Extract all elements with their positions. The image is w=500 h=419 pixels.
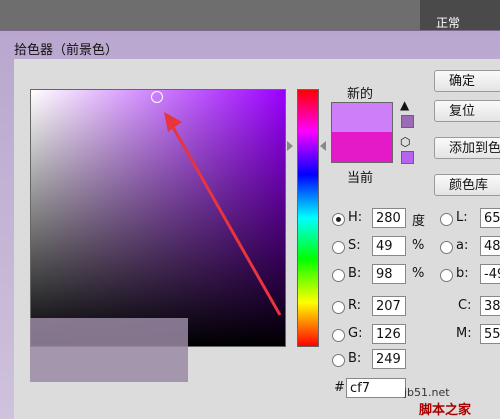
input-rgb-b[interactable]: 249: [372, 349, 406, 369]
watermark-name: 脚本之家: [419, 403, 472, 418]
input-b[interactable]: 98: [372, 264, 406, 284]
label-l: L:: [456, 210, 468, 225]
input-m[interactable]: 55: [480, 324, 500, 344]
unit-percent-b: %: [412, 266, 425, 281]
input-l[interactable]: 65: [480, 208, 500, 228]
label-c: C:: [458, 298, 472, 313]
hue-slider-right-arrow-icon[interactable]: [320, 141, 326, 151]
hue-slider[interactable]: [297, 89, 319, 347]
hex-input[interactable]: cf7: [346, 378, 406, 398]
radio-h[interactable]: [332, 213, 345, 226]
websafe-swatch[interactable]: [401, 151, 414, 164]
new-color-swatch: [331, 102, 393, 134]
new-color-label: 新的: [347, 87, 374, 102]
label-a: a:: [456, 238, 469, 253]
radio-b[interactable]: [332, 269, 345, 282]
ok-button[interactable]: 确定: [434, 70, 500, 92]
hue-slider-left-arrow-icon[interactable]: [287, 141, 293, 151]
radio-lab-b[interactable]: [440, 269, 453, 282]
radio-g[interactable]: [332, 329, 345, 342]
color-libraries-button[interactable]: 颜色库: [434, 174, 500, 196]
label-g: G:: [348, 326, 363, 341]
input-c[interactable]: 38: [480, 296, 500, 316]
watermark-site: jb51.net: [404, 386, 450, 399]
unit-percent-s: %: [412, 238, 425, 253]
label-lab-b: b:: [456, 266, 469, 281]
radio-a[interactable]: [440, 241, 453, 254]
websafe-cube-icon[interactable]: ⬡: [400, 135, 410, 149]
input-s[interactable]: 49: [372, 236, 406, 256]
input-g[interactable]: 126: [372, 324, 406, 344]
radio-l[interactable]: [440, 213, 453, 226]
radio-s[interactable]: [332, 241, 345, 254]
label-rgb-b: B:: [348, 351, 362, 366]
ghost-overlay: [30, 318, 188, 382]
annotation-arrow: [164, 112, 282, 316]
hex-label: #: [334, 380, 345, 395]
input-h[interactable]: 280: [372, 208, 406, 228]
warning-icon[interactable]: ▲: [400, 98, 409, 112]
blend-mode-label: 正常: [436, 16, 461, 30]
current-color-label: 当前: [347, 171, 374, 186]
label-h: H:: [348, 210, 363, 225]
add-to-swatches-button[interactable]: 添加到色: [434, 137, 500, 159]
gamut-warning-swatch[interactable]: [401, 115, 414, 128]
unit-degree: 度: [412, 214, 426, 229]
radio-rgb-b[interactable]: [332, 354, 345, 367]
color-field-cursor[interactable]: [151, 91, 163, 103]
label-r: R:: [348, 298, 362, 313]
input-lab-b[interactable]: -49: [480, 264, 500, 284]
reset-button[interactable]: 复位: [434, 100, 500, 122]
input-r[interactable]: 207: [372, 296, 406, 316]
label-m: M:: [456, 326, 472, 341]
radio-r[interactable]: [332, 301, 345, 314]
label-b: B:: [348, 266, 362, 281]
dialog-title: 拾色器（前景色）: [14, 43, 119, 58]
current-color-swatch[interactable]: [331, 132, 393, 163]
input-a[interactable]: 48: [480, 236, 500, 256]
label-s: S:: [348, 238, 361, 253]
